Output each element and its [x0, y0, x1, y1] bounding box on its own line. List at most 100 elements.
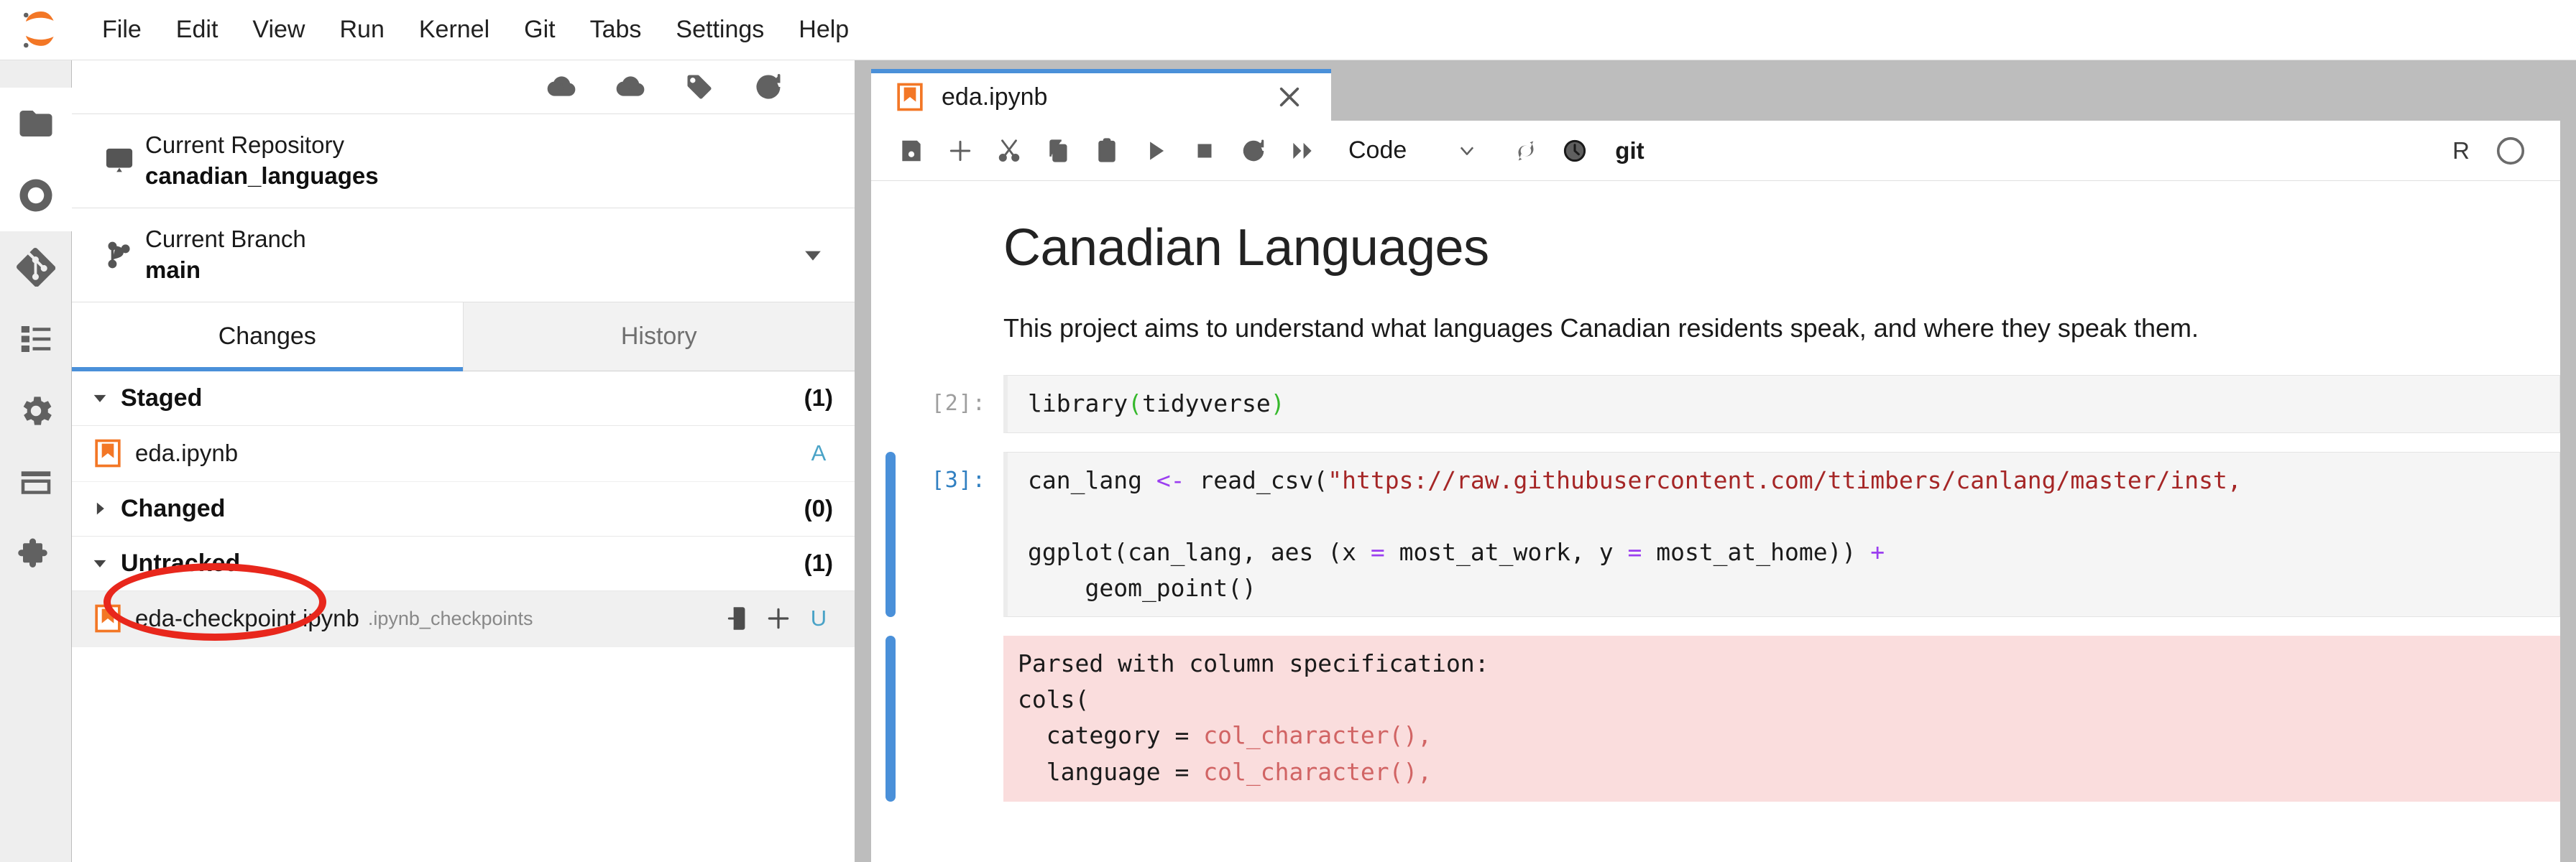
menu-item-help[interactable]: Help: [781, 9, 866, 51]
code-token-tidyverse: tidyverse: [1142, 389, 1271, 417]
code-line-3-eq2: =: [1627, 538, 1642, 566]
list-item[interactable]: eda.ipynb A: [72, 426, 855, 482]
insert-cell-icon[interactable]: [937, 128, 983, 174]
markdown-body[interactable]: Canadian Languages This project aims to …: [1003, 184, 2560, 375]
code-body[interactable]: can_lang <- read_csv("https://raw.github…: [1003, 452, 2560, 618]
file-status-badge: U: [804, 606, 833, 631]
branch-icon: [93, 238, 145, 272]
chevron-down-icon: [88, 556, 112, 570]
save-icon[interactable]: [888, 128, 934, 174]
cell-prompt: [896, 184, 1003, 375]
section-header-staged[interactable]: Staged (1): [72, 371, 855, 426]
chevron-down-icon[interactable]: [791, 246, 834, 264]
close-icon[interactable]: [1272, 80, 1307, 114]
tab-label: eda.ipynb: [942, 83, 1272, 111]
discard-icon[interactable]: [718, 605, 758, 632]
git-extension-label: git: [1615, 137, 1644, 164]
current-repository[interactable]: Current Repository canadian_languages: [72, 114, 855, 208]
stage-plus-icon[interactable]: [758, 605, 799, 632]
kernel-idle-circle-icon[interactable]: [2494, 134, 2527, 167]
cell-selection-bar: [886, 375, 896, 432]
menu-item-settings[interactable]: Settings: [658, 9, 781, 51]
code-line-4: geom_point(): [1028, 574, 1256, 602]
current-branch-label: Current Branch: [145, 224, 791, 254]
code-line-1-string: "https://raw.githubusercontent.com/ttimb…: [1328, 466, 2242, 494]
notebook-cell-markdown[interactable]: Canadian Languages This project aims to …: [871, 184, 2560, 375]
menu-item-run[interactable]: Run: [322, 9, 401, 51]
code-body[interactable]: library(tidyverse): [1003, 375, 2560, 432]
cell-type-select[interactable]: Code: [1341, 132, 1484, 169]
cut-icon[interactable]: [986, 128, 1032, 174]
cell-prompt: [2]:: [896, 375, 1003, 432]
file-name: eda.ipynb: [135, 440, 238, 467]
output-line-1: Parsed with column specification:: [1018, 649, 1489, 677]
cell-gap: [871, 617, 2560, 636]
menu-item-view[interactable]: View: [235, 9, 322, 51]
section-count-untracked: (1): [804, 550, 833, 577]
cell-prompt: [3]:: [896, 452, 1003, 618]
code-line-3-a: ggplot(can_lang, aes (x: [1028, 538, 1371, 566]
run-icon[interactable]: [1133, 128, 1179, 174]
tab-history[interactable]: History: [464, 302, 855, 371]
tag-icon[interactable]: [665, 65, 734, 109]
notebook-cell-code-3[interactable]: [3]: can_lang <- read_csv("https://raw.g…: [871, 452, 2560, 618]
menu-item-tabs[interactable]: Tabs: [573, 9, 659, 51]
cell-gap: [871, 433, 2560, 452]
notebook-cell-code-2[interactable]: [2]: library(tidyverse): [871, 375, 2560, 432]
settings-gear-icon[interactable]: [0, 375, 72, 447]
notebook-toolbar: Code git: [871, 121, 2560, 181]
git-file-list: Staged (1) eda.ipynb A Changed (0): [72, 371, 855, 862]
file-directory: .ipynb_checkpoints: [368, 608, 533, 630]
section-count-changed: (0): [804, 495, 833, 522]
kernel-name[interactable]: R: [2452, 137, 2470, 164]
notebook-content[interactable]: Canadian Languages This project aims to …: [871, 181, 2560, 862]
menu-item-edit[interactable]: Edit: [159, 9, 236, 51]
cell-type-value: Code: [1348, 136, 1407, 164]
code-line-3-plus: +: [1870, 538, 1885, 566]
paste-icon[interactable]: [1084, 128, 1130, 174]
extension-manager-icon[interactable]: [0, 519, 72, 590]
section-header-changed[interactable]: Changed (0): [72, 482, 855, 537]
main-area: eda.ipynb: [855, 60, 2576, 862]
code-line-1-var: can_lang: [1028, 466, 1156, 494]
section-header-untracked[interactable]: Untracked (1): [72, 537, 855, 591]
git-icon[interactable]: [0, 231, 72, 303]
code-token-paren-open: (: [1128, 389, 1142, 417]
stop-icon[interactable]: [1182, 128, 1228, 174]
code-editor[interactable]: can_lang <- read_csv("https://raw.github…: [1003, 452, 2560, 618]
notebook-icon: [896, 83, 924, 111]
section-title-untracked: Untracked: [112, 550, 804, 578]
menu-item-kernel[interactable]: Kernel: [402, 9, 507, 51]
menu-item-file[interactable]: File: [85, 9, 159, 51]
menu-bar: File Edit View Run Kernel Git Tabs Setti…: [0, 0, 2576, 60]
menu-item-git[interactable]: Git: [507, 9, 572, 51]
code-editor[interactable]: library(tidyverse): [1003, 375, 2560, 432]
file-status-badge: A: [804, 440, 833, 466]
code-line-2-blank: [1028, 502, 1042, 530]
cell-prompt: [896, 636, 1003, 802]
push-icon[interactable]: [596, 65, 665, 109]
file-browser-icon[interactable]: [0, 88, 72, 159]
git-panel: Current Repository canadian_languages Cu…: [72, 60, 855, 862]
code-line-1-assign: <-: [1156, 466, 1200, 494]
current-branch[interactable]: Current Branch main: [72, 208, 855, 302]
running-terminals-icon[interactable]: [0, 159, 72, 231]
pull-icon[interactable]: [527, 65, 596, 109]
menu-items: File Edit View Run Kernel Git Tabs Setti…: [85, 9, 866, 51]
file-history-icon[interactable]: [1552, 128, 1598, 174]
copy-icon[interactable]: [1035, 128, 1081, 174]
tab-eda-ipynb[interactable]: eda.ipynb: [871, 69, 1331, 121]
current-branch-value: main: [145, 254, 791, 286]
table-of-contents-icon[interactable]: [0, 303, 72, 375]
restart-icon[interactable]: [1230, 128, 1276, 174]
refresh-icon[interactable]: [734, 65, 803, 109]
notebook-cell-output[interactable]: Parsed with column specification: cols( …: [871, 636, 2560, 802]
toggle-diff-icon[interactable]: [1503, 128, 1549, 174]
output-line-3-value: col_character(),: [1203, 721, 1432, 749]
code-line-3-c: most_at_home)): [1642, 538, 1870, 566]
list-item[interactable]: eda-checkpoint.ipynb .ipynb_checkpoints …: [72, 591, 855, 647]
open-tabs-icon[interactable]: [0, 447, 72, 519]
chevron-right-icon: [88, 501, 112, 516]
tab-changes[interactable]: Changes: [72, 302, 464, 371]
restart-run-all-icon[interactable]: [1279, 128, 1325, 174]
